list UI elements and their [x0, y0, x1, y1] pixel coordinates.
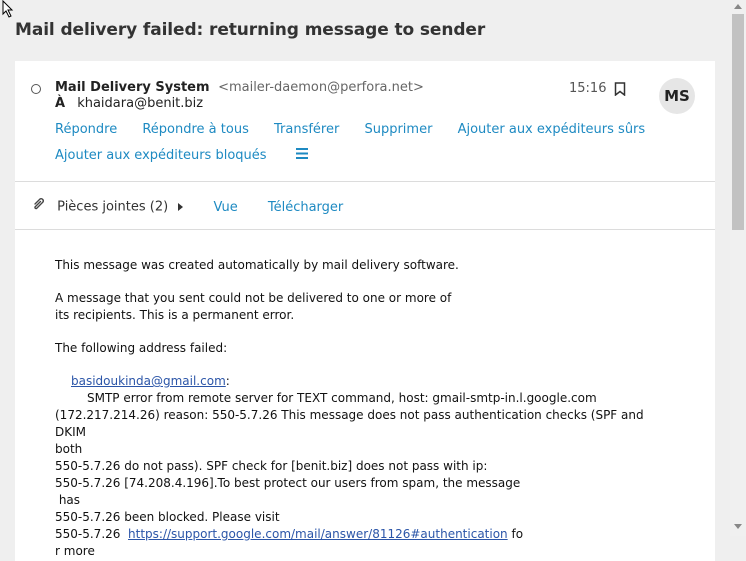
select-message-radio[interactable]: [31, 84, 41, 94]
body-line: (172.217.214.26) reason: 550-5.7.26 This…: [55, 408, 644, 439]
scroll-up-icon[interactable]: [734, 4, 742, 9]
body-line: 550-5.7.26 [74.208.4.196].To best protec…: [55, 476, 521, 490]
body-line: its recipients. This is a permanent erro…: [55, 308, 295, 322]
body-line: r more: [55, 544, 95, 558]
attachments-divider: [15, 229, 715, 230]
vertical-scrollbar[interactable]: [730, 0, 746, 536]
google-support-link[interactable]: https://support.google.com/mail/answer/8…: [128, 527, 508, 541]
sender-email: <mailer-daemon@perfora.net>: [218, 80, 424, 95]
reply-button[interactable]: Répondre: [55, 122, 117, 137]
recipient-line: À khaidara@benit.biz: [55, 96, 203, 111]
sender[interactable]: Mail Delivery System <mailer-daemon@perf…: [55, 80, 424, 95]
body-line: 550-5.7.26 been blocked. Please visit: [55, 510, 280, 524]
add-blocked-senders-button[interactable]: Ajouter aux expéditeurs bloqués: [55, 148, 267, 163]
body-line: has: [55, 493, 81, 507]
to-label: À: [55, 96, 66, 111]
scroll-down-icon[interactable]: [734, 524, 742, 529]
recipient-address[interactable]: khaidara@benit.biz: [77, 96, 203, 111]
body-line: 550-5.7.26 https://support.google.com/ma…: [55, 527, 524, 541]
body-line: The following address failed:: [55, 341, 228, 355]
delete-button[interactable]: Supprimer: [364, 122, 432, 137]
header-divider: [15, 181, 715, 182]
mouse-cursor-icon: [2, 0, 14, 22]
sender-name: Mail Delivery System: [55, 80, 210, 95]
forward-button[interactable]: Transférer: [274, 122, 339, 137]
message-body: This message was created automatically b…: [55, 257, 655, 560]
failed-address-link[interactable]: basidoukinda@gmail.com: [71, 374, 226, 388]
download-attachments-button[interactable]: Télécharger: [268, 200, 343, 215]
attachments-label[interactable]: Pièces jointes (2): [57, 200, 168, 215]
add-safe-senders-button[interactable]: Ajouter aux expéditeurs sûrs: [458, 122, 646, 137]
paperclip-icon: [31, 197, 45, 217]
body-line: This message was created automatically b…: [55, 258, 459, 272]
expand-attachments-icon[interactable]: [178, 203, 184, 211]
failed-address-line: basidoukinda@gmail.com:: [71, 374, 230, 388]
bookmark-icon[interactable]: [614, 81, 626, 100]
attachments-bar: Pièces jointes (2) Vue Télécharger: [31, 197, 343, 217]
body-line: 550-5.7.26 do not pass). SPF check for […: [55, 459, 488, 473]
message-card: Mail Delivery System <mailer-daemon@perf…: [15, 61, 715, 561]
body-line: SMTP error from remote server for TEXT c…: [87, 391, 597, 405]
reply-all-button[interactable]: Répondre à tous: [142, 122, 249, 137]
message-actions: Répondre Répondre à tous Transférer Supp…: [55, 122, 645, 174]
hamburger-menu-icon[interactable]: [295, 148, 308, 163]
scrollbar-thumb[interactable]: [732, 14, 744, 230]
body-line: A message that you sent could not be del…: [55, 291, 452, 305]
message-time: 15:16: [569, 81, 607, 96]
view-attachments-button[interactable]: Vue: [213, 200, 237, 215]
body-line: both: [55, 442, 83, 456]
email-subject: Mail delivery failed: returning message …: [15, 20, 486, 40]
sender-avatar: MS: [659, 78, 695, 114]
